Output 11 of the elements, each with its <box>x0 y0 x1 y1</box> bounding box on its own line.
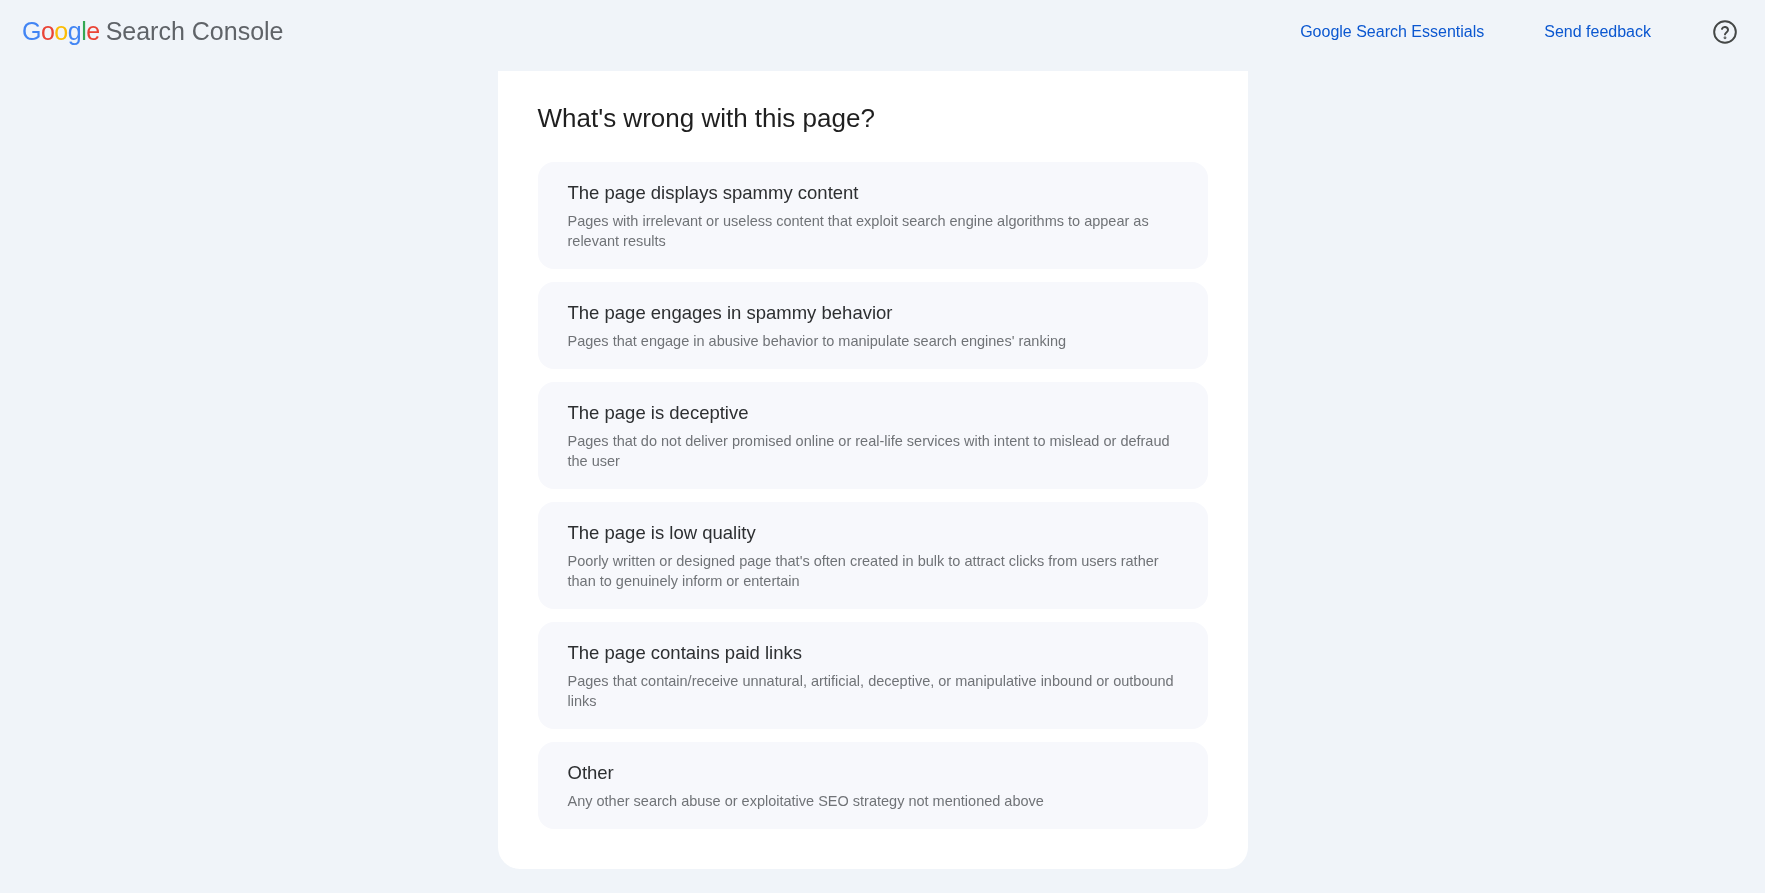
help-icon[interactable] <box>1711 17 1739 46</box>
header-link[interactable]: Send feedback <box>1544 22 1651 41</box>
header-link[interactable]: Google Search Essentials <box>1300 22 1485 41</box>
reason-option[interactable]: The page contains paid links Pages that contain/receive unnatural, artificial, deceptive, or manipulative inbound or outbound links <box>537 622 1208 729</box>
app-logo[interactable]: Google Search Console <box>22 17 284 46</box>
reason-option[interactable]: The page engages in spammy behavior Pages that engage in abusive behavior to manipulate search engines' ranking <box>537 282 1208 369</box>
reason-option[interactable]: The page is low quality Poorly written or designed page that's often created in bulk to attract clicks from users rather than to genuinely inform or entertain <box>537 502 1208 609</box>
panel-title: What's wrong with this page? <box>537 103 876 134</box>
reason-option[interactable]: The page displays spammy content Pages with irrelevant or useless content that exploit search engine algorithms to appear as relevant results <box>537 162 1208 269</box>
reason-option[interactable]: The page is deceptive Pages that do not deliver promised online or real-life services with intent to mislead or defraud the user <box>537 382 1208 489</box>
reason-option[interactable]: Other Any other search abuse or exploitative SEO strategy not mentioned above <box>537 742 1208 829</box>
